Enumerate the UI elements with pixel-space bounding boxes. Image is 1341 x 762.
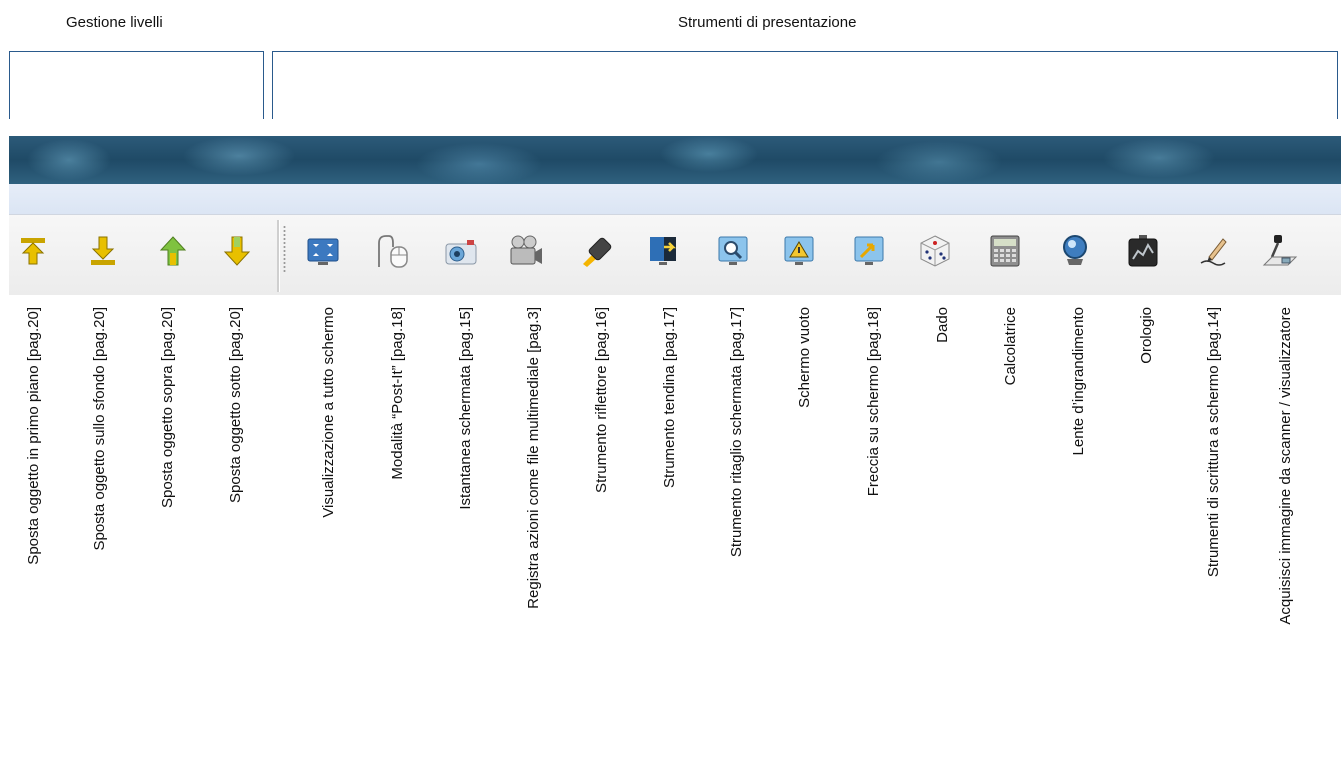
mouse-icon[interactable] — [375, 233, 411, 269]
toolbar-label: Schermo vuoto — [795, 307, 813, 408]
send-backward-icon[interactable] — [219, 233, 255, 269]
camera-icon[interactable] — [443, 233, 479, 269]
clock-icon[interactable] — [1125, 233, 1161, 269]
calculator-icon[interactable] — [987, 233, 1023, 269]
bring-to-front-icon[interactable] — [15, 233, 51, 269]
dice-icon[interactable] — [917, 233, 953, 269]
bring-forward-icon[interactable] — [155, 233, 191, 269]
curtain-icon[interactable] — [645, 233, 681, 269]
toolbar-label: Freccia su schermo [pag.18] — [864, 307, 882, 497]
toolbar-label: Orologio — [1137, 307, 1155, 364]
magnifier-icon[interactable] — [1057, 233, 1093, 269]
screen-arrow-icon[interactable] — [851, 233, 887, 269]
group-title-presentation: Strumenti di presentazione — [678, 14, 857, 31]
presentation-bracket — [272, 51, 1338, 119]
document-camera-icon[interactable] — [1262, 233, 1298, 269]
toolbar-label: Sposta oggetto sullo sfondo [pag.20] — [90, 307, 108, 551]
toolbar-label: Strumento tendina [pag.17] — [660, 307, 678, 488]
toolbar-label: Istantanea schermata [pag.15] — [456, 307, 474, 510]
fullscreen-icon[interactable] — [305, 233, 341, 269]
toolbar-label: Sposta oggetto sopra [pag.20] — [158, 307, 176, 508]
send-to-back-icon[interactable] — [85, 233, 121, 269]
toolbar-grip[interactable] — [283, 225, 286, 273]
toolbar-label: Strumenti di scrittura a schermo [pag.14… — [1204, 307, 1222, 578]
toolbar-label: Sposta oggetto sotto [pag.20] — [226, 307, 244, 503]
toolbar-separator — [277, 220, 280, 292]
title-banner — [9, 136, 1341, 184]
toolbar-label: Strumento riflettore [pag.16] — [592, 307, 610, 493]
toolbar-label: Acquisisci immagine da scanner / visuali… — [1276, 307, 1294, 625]
toolbar-label: Sposta oggetto in primo piano [pag.20] — [24, 307, 42, 565]
toolbar-label: Modalità “Post-It” [pag.18] — [388, 307, 406, 480]
spotlight-icon[interactable] — [579, 233, 615, 269]
blank-screen-icon[interactable] — [781, 233, 817, 269]
menu-bar — [9, 184, 1341, 214]
toolbar-label: Strumento ritaglio schermata [pag.17] — [727, 307, 745, 558]
screen-crop-icon[interactable] — [715, 233, 751, 269]
toolbar-label: Lente d’ingrandimento — [1069, 307, 1087, 456]
toolbar-label: Registra azioni come file multimediale [… — [524, 307, 542, 609]
toolbar-label: Visualizzazione a tutto schermo — [319, 307, 337, 518]
toolbar-label: Calcolatrice — [1001, 307, 1019, 386]
video-camera-icon[interactable] — [508, 233, 544, 269]
levels-bracket — [9, 51, 264, 119]
group-title-levels: Gestione livelli — [66, 14, 163, 31]
handwriting-icon[interactable] — [1195, 233, 1231, 269]
toolbar-label: Dado — [933, 307, 951, 343]
